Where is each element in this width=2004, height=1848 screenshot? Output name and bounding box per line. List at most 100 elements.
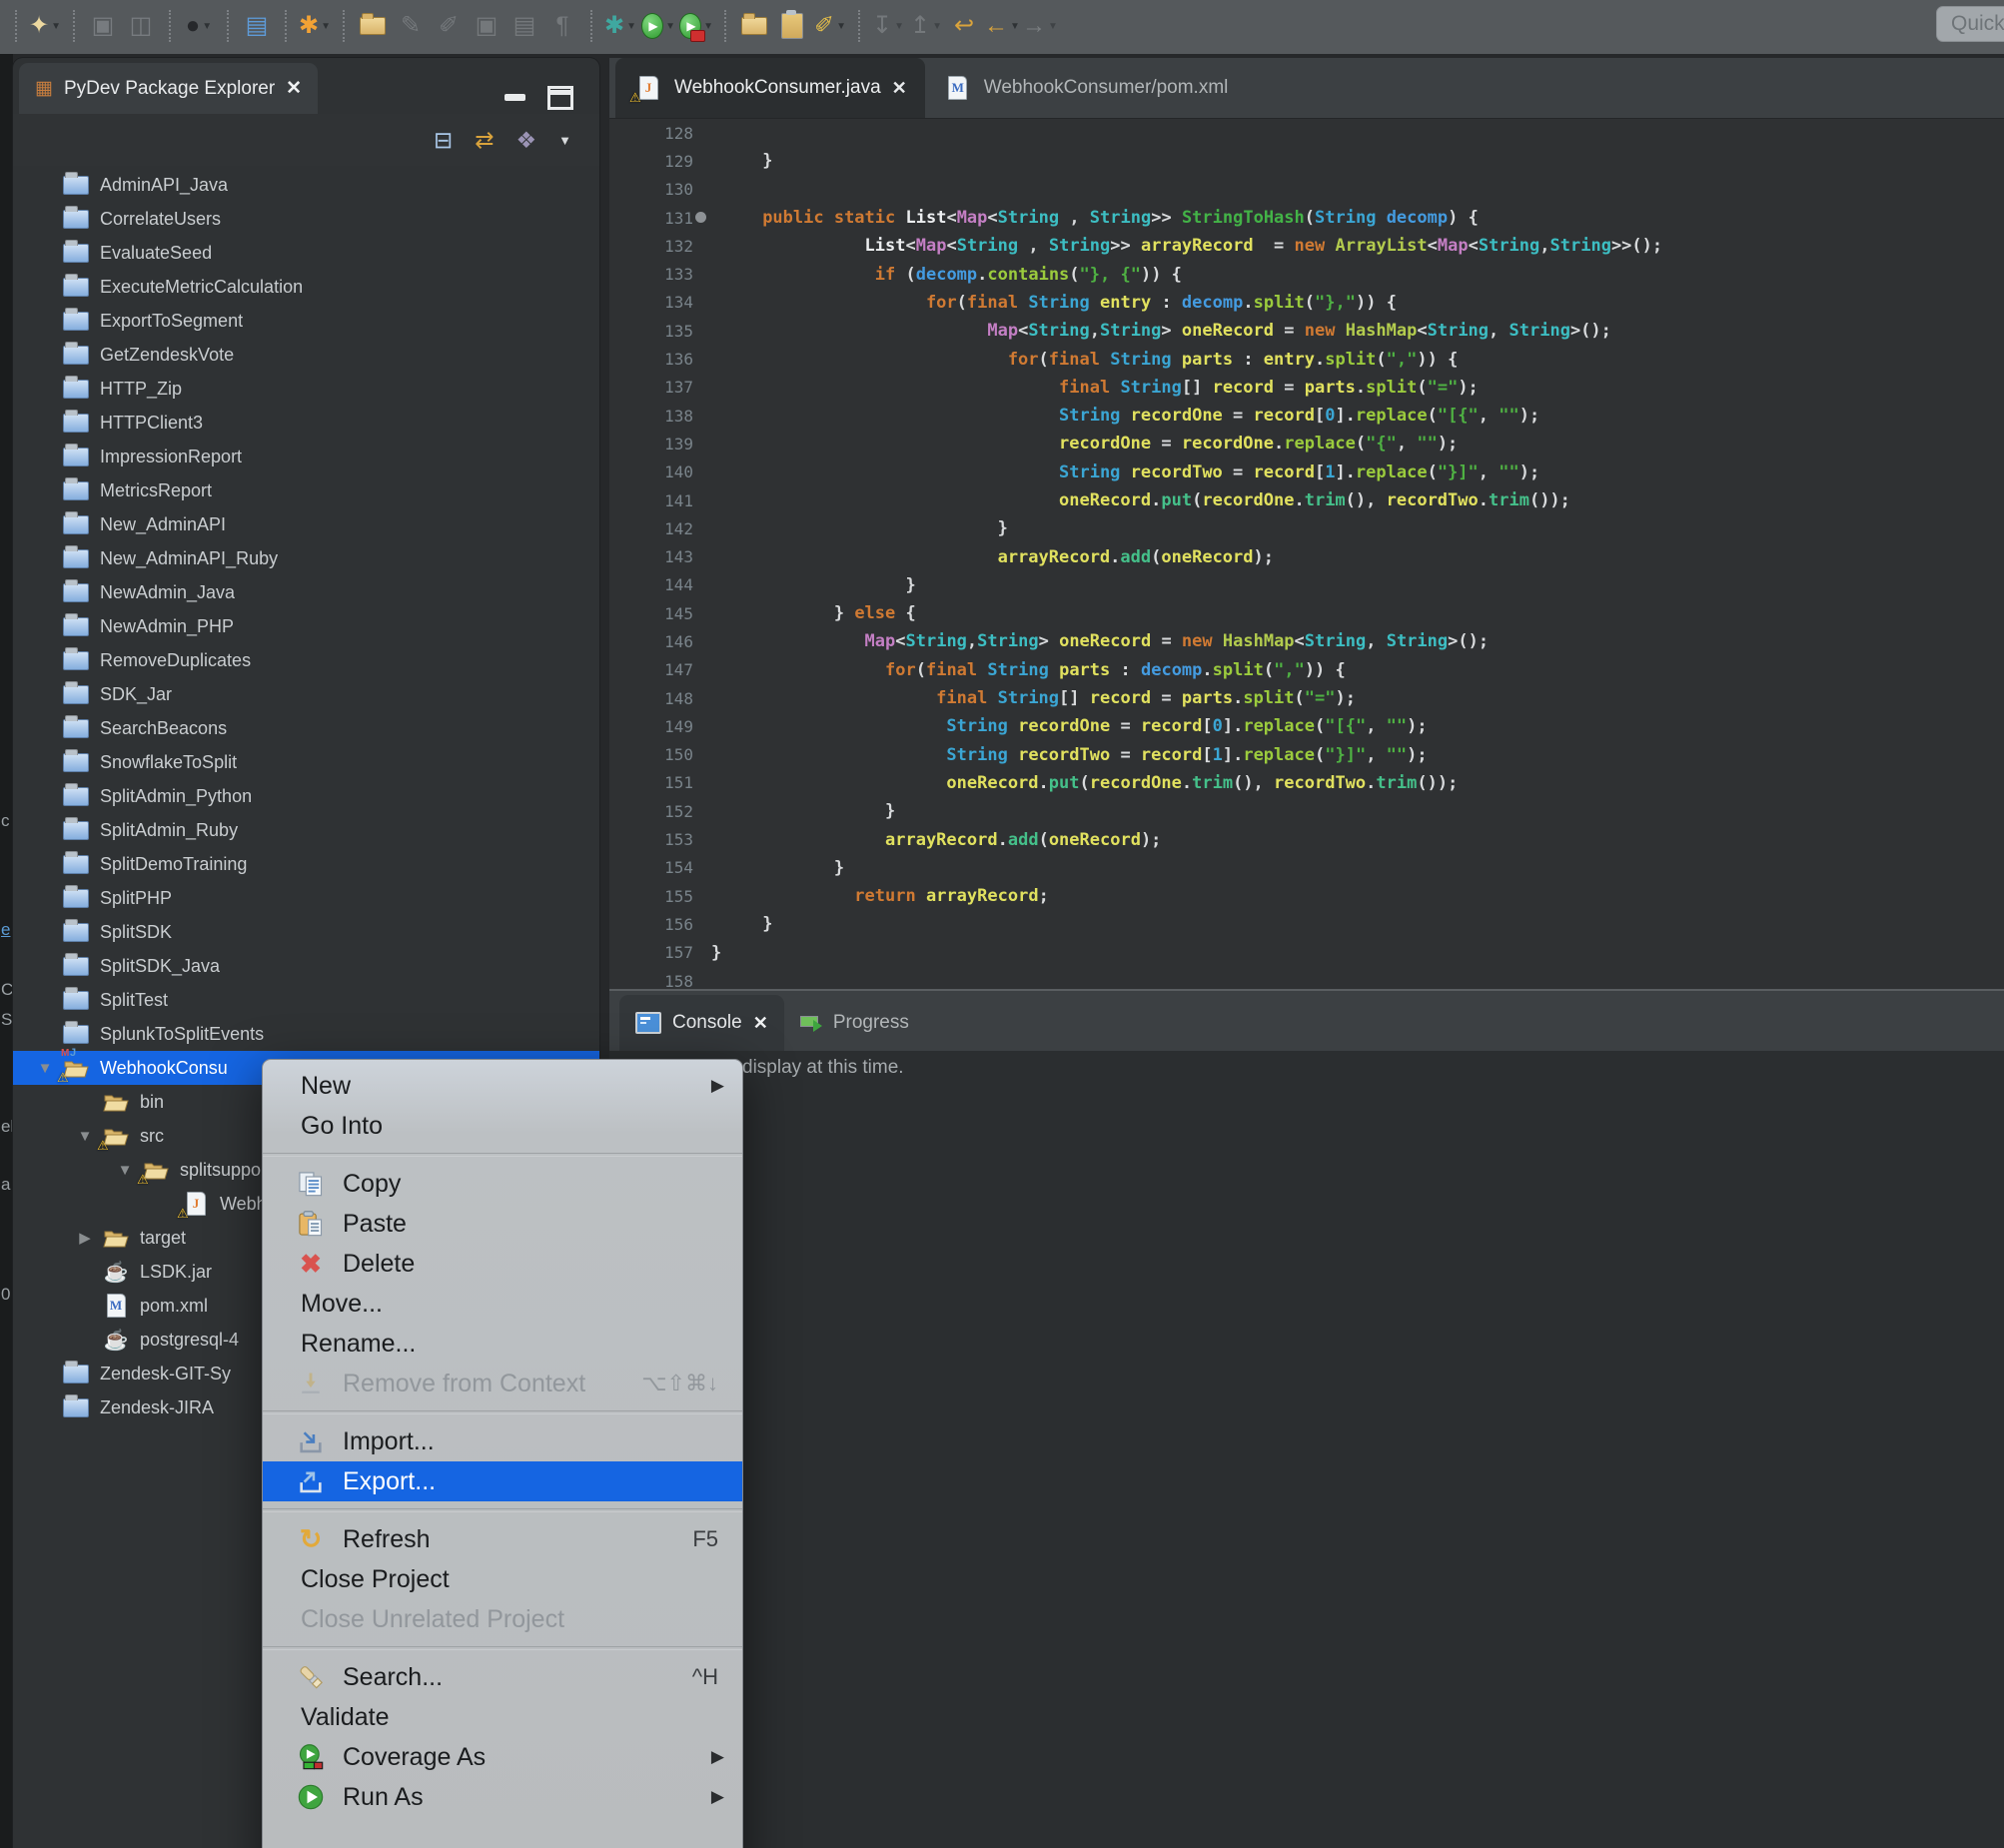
menu-item-export[interactable]: Export... xyxy=(263,1461,742,1501)
menu-item-refresh[interactable]: ↻RefreshF5 xyxy=(263,1519,742,1559)
tree-item-new-adminapi[interactable]: New_AdminAPI xyxy=(13,507,599,541)
tree-item-splitsdk[interactable]: SplitSDK xyxy=(13,915,599,949)
menu-item-validate[interactable]: Validate xyxy=(263,1697,742,1737)
code-line: 151 oneRecord.put(recordOne.trim(), reco… xyxy=(609,769,2004,797)
close-icon[interactable]: ✕ xyxy=(286,77,302,100)
closed-project-folder-icon xyxy=(61,715,91,741)
export-list-icon: ↥▼ xyxy=(909,8,943,44)
profile-icon[interactable]: ▶▼ xyxy=(679,8,713,44)
show-console-view-icon[interactable]: ▤ xyxy=(240,8,274,44)
tab-webhookconsumer-java[interactable]: J ⚠ WebhookConsumer.java ✕ xyxy=(615,58,925,118)
context-menu: New▶Go Into CopyPaste✖DeleteMove...Rename… xyxy=(262,1059,743,1848)
code-editor[interactable]: 128129 }130131 public static List<Map<St… xyxy=(609,119,2004,989)
code-text: oneRecord.put(recordOne.trim(), recordTw… xyxy=(711,773,1458,793)
open-task-folder-icon[interactable] xyxy=(356,8,390,44)
menu-item-import[interactable]: Import... xyxy=(263,1421,742,1461)
warning-icon: ⚠ xyxy=(97,1138,109,1154)
tab-progress[interactable]: Progress xyxy=(784,995,925,1051)
tree-item-splitphp[interactable]: SplitPHP xyxy=(13,881,599,915)
tree-item-impressionreport[interactable]: ImpressionReport xyxy=(13,440,599,473)
menu-item-close-unrelated-project: Close Unrelated Project xyxy=(263,1599,742,1639)
menu-item-label: Import... xyxy=(343,1427,435,1456)
tab-webhookconsumer-pom-xml[interactable]: M WebhookConsumer/pom.xml xyxy=(925,58,1247,118)
tree-item-splunktosplitevents[interactable]: SplunkToSplitEvents xyxy=(13,1017,599,1051)
progress-icon xyxy=(800,1014,822,1032)
tab-pydev-package-explorer[interactable]: ▦ PyDev Package Explorer ✕ xyxy=(19,63,318,114)
debug-icon[interactable]: ✱▼ xyxy=(603,8,637,44)
account-icon[interactable]: ●▼ xyxy=(182,8,216,44)
run-icon[interactable]: ▶▼ xyxy=(641,8,675,44)
menu-item-search[interactable]: Search...^H xyxy=(263,1657,742,1697)
menu-item-delete[interactable]: ✖Delete xyxy=(263,1244,742,1284)
menu-item-paste[interactable]: Paste xyxy=(263,1204,742,1244)
tree-item-newadmin-java[interactable]: NewAdmin_Java xyxy=(13,575,599,609)
tree-item-sdk-jar[interactable]: SDK_Jar xyxy=(13,677,599,711)
tree-item-removeduplicates[interactable]: RemoveDuplicates xyxy=(13,643,599,677)
menu-item-copy[interactable]: Copy xyxy=(263,1164,742,1204)
close-icon[interactable]: ✕ xyxy=(892,78,907,99)
menu-item-run-as[interactable]: Run As▶ xyxy=(263,1777,742,1817)
code-text: arrayRecord.add(oneRecord); xyxy=(711,830,1161,850)
closed-project-folder-icon xyxy=(63,210,89,229)
menu-item-close-project[interactable]: Close Project xyxy=(263,1559,742,1599)
tree-item-splitsdk-java[interactable]: SplitSDK_Java xyxy=(13,949,599,983)
tree-item-searchbeacons[interactable]: SearchBeacons xyxy=(13,711,599,745)
tree-item-label: RemoveDuplicates xyxy=(100,650,251,671)
close-icon[interactable]: ✕ xyxy=(753,1013,768,1034)
maximize-icon[interactable] xyxy=(547,86,573,110)
menu-item-coverage-as[interactable]: Coverage As▶ xyxy=(263,1737,742,1777)
tree-item-http-zip[interactable]: HTTP_Zip xyxy=(13,372,599,406)
closed-project-folder-icon xyxy=(63,414,89,433)
tree-item-httpclient3[interactable]: HTTPClient3 xyxy=(13,406,599,440)
tree-item-adminapi-java[interactable]: AdminAPI_Java xyxy=(13,168,599,202)
tree-item-newadmin-php[interactable]: NewAdmin_PHP xyxy=(13,609,599,643)
pin-editor-icon: ✐ xyxy=(439,14,459,38)
closed-project-folder-icon xyxy=(63,1025,89,1044)
tree-item-executemetriccalculation[interactable]: ExecuteMetricCalculation xyxy=(13,270,599,304)
tree-item-splitadmin-python[interactable]: SplitAdmin_Python xyxy=(13,779,599,813)
menu-item-new[interactable]: New▶ xyxy=(263,1066,742,1106)
new-wizard-icon[interactable]: ✦▼ xyxy=(28,8,62,44)
tree-item-correlateusers[interactable]: CorrelateUsers xyxy=(13,202,599,236)
menu-item-rename[interactable]: Rename... xyxy=(263,1324,742,1364)
view-menu-icon[interactable]: ▼ xyxy=(558,134,571,147)
bug-icon[interactable]: ✱▼ xyxy=(298,8,332,44)
toolbar-separator xyxy=(590,10,592,42)
menu-separator xyxy=(263,1508,742,1512)
menu-item-move[interactable]: Move... xyxy=(263,1284,742,1324)
tree-item-label: CorrelateUsers xyxy=(100,209,221,230)
tree-item-new-adminapi-ruby[interactable]: New_AdminAPI_Ruby xyxy=(13,541,599,575)
menu-item-go-into[interactable]: Go Into xyxy=(263,1106,742,1146)
tree-item-splitdemotraining[interactable]: SplitDemoTraining xyxy=(13,847,599,881)
link-with-editor-icon[interactable]: ⇄ xyxy=(475,129,494,152)
tab-console[interactable]: Console ✕ xyxy=(619,995,784,1051)
tree-item-splitadmin-ruby[interactable]: SplitAdmin_Ruby xyxy=(13,813,599,847)
copy-icon xyxy=(296,1169,326,1199)
tree-item-snowflaketosplit[interactable]: SnowflakeToSplit xyxy=(13,745,599,779)
tree-item-label: SplitSDK_Java xyxy=(100,956,220,977)
collapse-all-icon[interactable]: ⊟ xyxy=(434,129,453,152)
closed-project-folder-icon xyxy=(63,855,89,874)
tree-item-metricsreport[interactable]: MetricsReport xyxy=(13,473,599,507)
minimize-icon[interactable] xyxy=(504,94,525,101)
tree-item-splittest[interactable]: SplitTest xyxy=(13,983,599,1017)
code-line: 157} xyxy=(609,939,2004,967)
task-repo-icon: ✎ xyxy=(394,8,428,44)
chevron-collapsed-icon[interactable]: ▶ xyxy=(69,1229,101,1247)
open-folder-icon[interactable] xyxy=(737,8,771,44)
highlighter-icon[interactable]: ✐▼ xyxy=(813,8,847,44)
quick-access-box[interactable]: Quick xyxy=(1936,6,2004,42)
working-sets-icon[interactable]: ❖ xyxy=(516,129,537,152)
last-edit-location-icon[interactable]: ↩ xyxy=(947,8,981,44)
code-line: 143 arrayRecord.add(oneRecord); xyxy=(609,542,2004,570)
back-icon[interactable]: ←▼ xyxy=(985,8,1019,44)
tree-item-label: Zendesk-GIT-Sy xyxy=(100,1364,231,1385)
tree-item-exporttosegment[interactable]: ExportToSegment xyxy=(13,304,599,338)
tree-item-evaluateseed[interactable]: EvaluateSeed xyxy=(13,236,599,270)
tree-item-getzendeskvote[interactable]: GetZendeskVote xyxy=(13,338,599,372)
java-file-icon: J⚠ xyxy=(181,1191,211,1217)
code-text: String recordTwo = record[1].replace("}]… xyxy=(711,462,1539,482)
toolbar-separator xyxy=(227,10,229,42)
clipboard-folder-icon[interactable] xyxy=(775,8,809,44)
line-number: 139 xyxy=(609,435,693,454)
